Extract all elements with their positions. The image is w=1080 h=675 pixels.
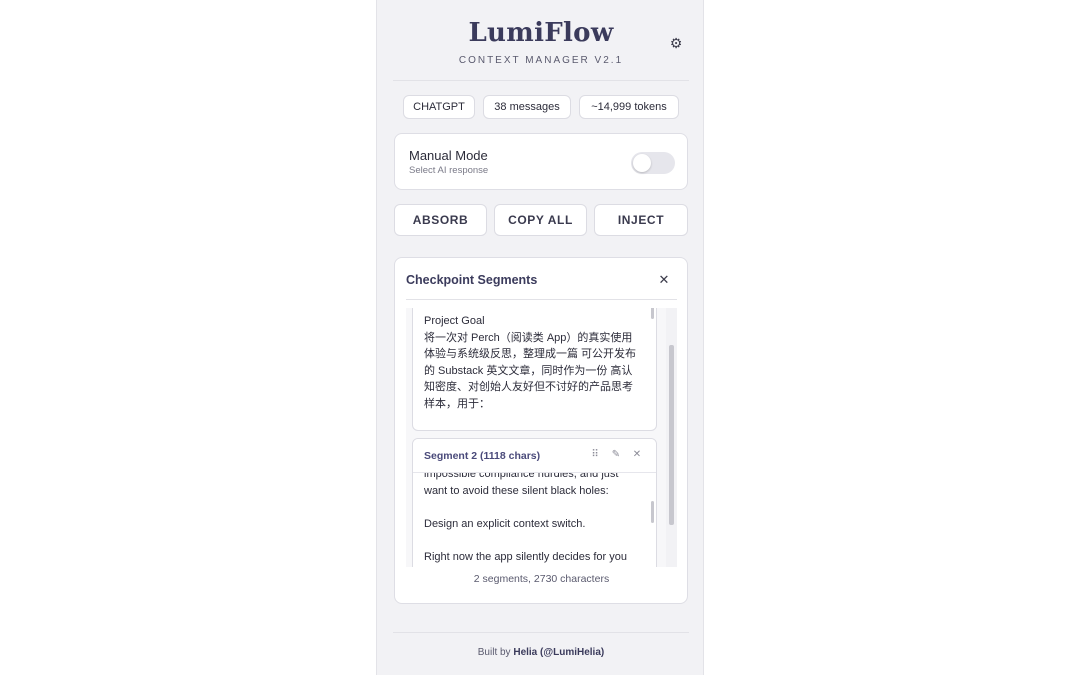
segments-scrollbar-thumb[interactable]	[669, 345, 674, 525]
segments-list[interactable]: Project Goal 将一次对 Perch（阅读类 App）的真实使用 体验…	[406, 308, 666, 567]
token-count-badge: ~14,999 tokens	[579, 95, 679, 119]
segments-divider	[406, 299, 677, 300]
message-count-badge: 38 messages	[483, 95, 571, 119]
segment-1[interactable]: Project Goal 将一次对 Perch（阅读类 App）的真实使用 体验…	[412, 308, 657, 431]
segments-scroll-track[interactable]	[666, 308, 677, 567]
footer-divider	[393, 632, 689, 633]
footer-prefix: Built by	[477, 647, 511, 658]
pencil-icon[interactable]: ✎	[610, 449, 622, 461]
extension-panel: LumiFlow CONTEXT MANAGER V2.1 ⚙ CHATGPT …	[376, 0, 704, 675]
toggle-knob	[633, 154, 651, 172]
header-divider	[393, 80, 689, 81]
manual-mode-toggle[interactable]	[631, 152, 675, 174]
header: LumiFlow CONTEXT MANAGER V2.1 ⚙	[377, 0, 705, 80]
footer: Built by Helia (@LumiHelia)	[377, 647, 705, 658]
segment-1-scrollbar[interactable]	[651, 308, 654, 319]
inject-button[interactable]: INJECT	[594, 204, 688, 236]
absorb-button[interactable]: ABSORB	[394, 204, 487, 236]
author-link[interactable]: Helia (@LumiHelia)	[513, 647, 604, 658]
checkpoint-segments-card: Checkpoint Segments ✕ Project Goal 将一次对 …	[394, 257, 688, 604]
manual-mode-card: Manual Mode Select AI response	[394, 133, 688, 190]
drag-handle-icon[interactable]: ⠿	[589, 449, 601, 461]
platform-badge: CHATGPT	[403, 95, 475, 119]
checkpoint-segments-title: Checkpoint Segments	[406, 273, 538, 287]
segment-2-label: Segment 2 (1118 chars)	[424, 450, 541, 462]
manual-mode-title: Manual Mode	[409, 148, 488, 163]
close-icon[interactable]: ✕	[657, 273, 671, 287]
copy-all-button[interactable]: COPY ALL	[494, 204, 587, 236]
segment-2-header: Segment 2 (1118 chars) ⠿ ✎ ✕	[413, 439, 656, 473]
segment-2-text: impossible compliance hurdles, and just …	[424, 468, 628, 563]
segments-summary: 2 segments, 2730 characters	[473, 573, 610, 585]
app-subtitle: CONTEXT MANAGER V2.1	[458, 55, 624, 66]
app-title: LumiFlow	[468, 18, 614, 48]
segment-2-scrollbar[interactable]	[651, 501, 654, 523]
segment-2[interactable]: impossible compliance hurdles, and just …	[412, 438, 657, 567]
manual-mode-subtitle: Select AI response	[409, 165, 489, 176]
segment-1-text: Project Goal 将一次对 Perch（阅读类 App）的真实使用 体验…	[424, 315, 637, 410]
delete-segment-icon[interactable]: ✕	[631, 449, 643, 461]
gear-icon[interactable]: ⚙	[668, 35, 684, 51]
